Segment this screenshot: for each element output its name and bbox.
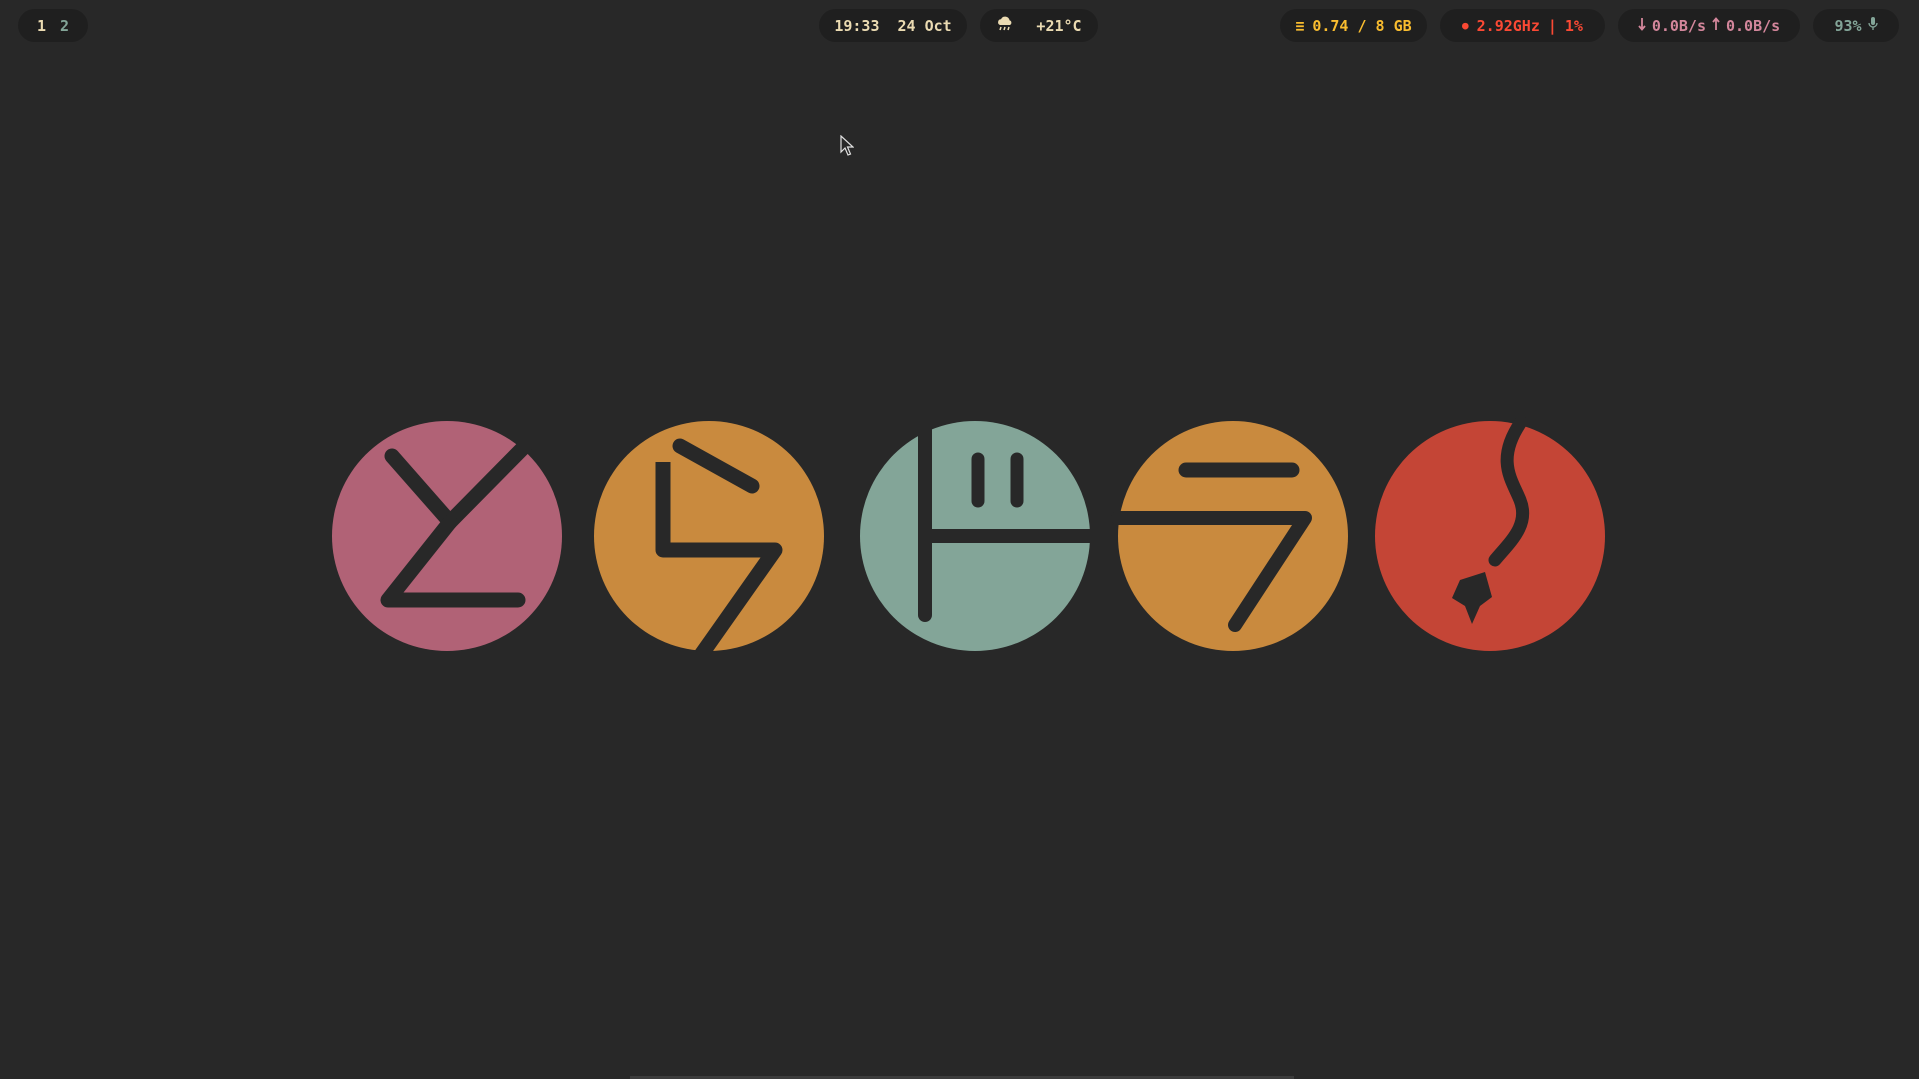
- mouse-cursor-icon: [840, 134, 855, 161]
- clock-widget[interactable]: 19:33 24 Oct: [819, 9, 967, 42]
- microphone-widget[interactable]: 93%: [1813, 9, 1899, 42]
- cpu-widget[interactable]: ● 2.92GHz | 1%: [1440, 9, 1605, 42]
- workspace-switcher: 1 2: [18, 9, 88, 42]
- microphone-icon: [1867, 16, 1878, 35]
- cloud-rain-icon: [996, 16, 1014, 36]
- memory-widget[interactable]: ≡ 0.74 / 8 GB: [1280, 9, 1427, 42]
- network-up: 0.0B/s: [1726, 16, 1781, 35]
- network-widget[interactable]: 0.0B/s 0.0B/s: [1618, 9, 1800, 42]
- logo-circle-orange-1: [594, 421, 824, 660]
- weather-widget[interactable]: +21°C: [980, 9, 1098, 42]
- logo-circle-red: [1375, 415, 1605, 651]
- cpu-separator: |: [1547, 16, 1557, 35]
- weather-temperature: +21°C: [1036, 16, 1082, 35]
- wallpaper-logo: [332, 415, 1605, 660]
- logo-circle-pink: [332, 421, 562, 651]
- arrow-up-icon: [1712, 16, 1720, 35]
- clock-time: 19:33: [834, 16, 880, 35]
- workspace-2[interactable]: 2: [60, 17, 69, 35]
- workspace-1[interactable]: 1: [37, 17, 46, 35]
- logo-circle-teal: [860, 421, 1095, 651]
- cpu-frequency: 2.92GHz: [1476, 16, 1540, 35]
- memory-usage: 0.74 / 8 GB: [1312, 16, 1412, 35]
- clock-date: 24 Oct: [897, 16, 952, 35]
- memory-icon: ≡: [1295, 16, 1305, 35]
- logo-circle-orange-2: [1111, 421, 1348, 651]
- network-down: 0.0B/s: [1651, 16, 1706, 35]
- cpu-icon: ●: [1462, 19, 1469, 32]
- cpu-load: 1%: [1564, 16, 1583, 35]
- microphone-volume: 93%: [1834, 16, 1862, 35]
- top-bar: 1 2 19:33 24 Oct +21°C ≡ 0.74 / 8 GB ● 2…: [0, 0, 1919, 50]
- arrow-down-icon: [1638, 17, 1646, 35]
